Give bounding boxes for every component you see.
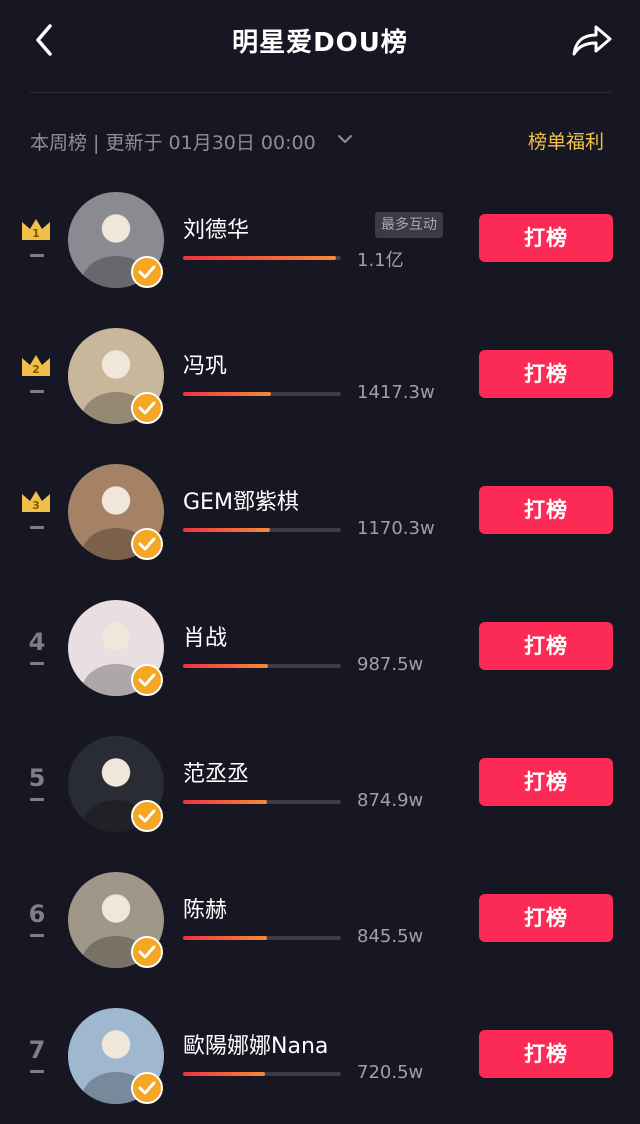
- progress-bar: [183, 392, 341, 396]
- verified-check-icon: [131, 528, 163, 560]
- header-divider: [30, 92, 612, 93]
- progress-fill: [183, 392, 271, 396]
- rank-change-indicator: [30, 390, 44, 393]
- top-bar: 明星爱DOU榜: [0, 0, 640, 90]
- rank-number: 7: [28, 1036, 46, 1064]
- progress-fill: [183, 800, 267, 804]
- rank-change-indicator: [30, 1070, 44, 1073]
- vote-button[interactable]: 打榜: [479, 1030, 613, 1078]
- verified-check-icon: [131, 800, 163, 832]
- rank-change-indicator: [30, 662, 44, 665]
- ranking-row[interactable]: 4 肖战 987.5w 打榜: [0, 580, 640, 716]
- progress-fill: [183, 664, 268, 668]
- crown-icon: 3: [22, 491, 50, 512]
- rank-number: 6: [28, 900, 46, 928]
- vote-button[interactable]: 打榜: [479, 894, 613, 942]
- progress-bar: [183, 936, 341, 940]
- popularity-value: 1417.3w: [357, 382, 435, 403]
- rank-number: 4: [28, 628, 46, 656]
- ranking-row[interactable]: 5 范丞丞 874.9w 打榜: [0, 716, 640, 852]
- celebrity-name[interactable]: 陈赫: [183, 892, 227, 924]
- popularity-value: 987.5w: [357, 654, 424, 675]
- popularity-value: 1.1亿: [357, 250, 404, 271]
- rank-number: 5: [28, 764, 46, 792]
- popularity-value: 720.5w: [357, 1062, 424, 1083]
- update-period-text[interactable]: 本周榜 | 更新于 01月30日 00:00: [30, 128, 316, 155]
- celebrity-name[interactable]: GEM鄧紫棋: [183, 484, 299, 516]
- progress-fill: [183, 936, 267, 940]
- crown-icon: 2: [22, 355, 50, 376]
- ranking-row[interactable]: 1 刘德华 最多互动 1.1亿 打榜: [0, 172, 640, 308]
- rank-number: 3: [32, 499, 40, 512]
- progress-fill: [183, 1072, 265, 1076]
- verified-check-icon: [131, 256, 163, 288]
- rank-change-indicator: [30, 254, 44, 257]
- ranking-row[interactable]: 2 冯巩 1417.3w 打榜: [0, 308, 640, 444]
- sub-bar: 本周榜 | 更新于 01月30日 00:00 榜单福利: [0, 120, 640, 160]
- chart-welfare-link[interactable]: 榜单福利: [528, 127, 604, 154]
- celebrity-name[interactable]: 刘德华: [183, 212, 249, 244]
- vote-button[interactable]: 打榜: [479, 214, 613, 262]
- vote-button[interactable]: 打榜: [479, 758, 613, 806]
- progress-bar: [183, 664, 341, 668]
- verified-check-icon: [131, 1072, 163, 1104]
- celebrity-name[interactable]: 冯巩: [183, 348, 227, 380]
- vote-button[interactable]: 打榜: [479, 350, 613, 398]
- verified-check-icon: [131, 664, 163, 696]
- progress-bar: [183, 256, 341, 260]
- progress-bar: [183, 800, 341, 804]
- share-arrow-icon[interactable]: [566, 18, 616, 62]
- progress-fill: [183, 256, 336, 260]
- popularity-value: 874.9w: [357, 790, 424, 811]
- progress-fill: [183, 528, 270, 532]
- celebrity-name[interactable]: 歐陽娜娜Nana: [183, 1028, 328, 1060]
- celebrity-name[interactable]: 范丞丞: [183, 756, 249, 788]
- progress-bar: [183, 1072, 341, 1076]
- popularity-value: 845.5w: [357, 926, 424, 947]
- rank-change-indicator: [30, 934, 44, 937]
- progress-bar: [183, 528, 341, 532]
- verified-check-icon: [131, 936, 163, 968]
- ranking-row[interactable]: 3 GEM鄧紫棋 1170.3w 打榜: [0, 444, 640, 580]
- rank-change-indicator: [30, 526, 44, 529]
- status-badge: 最多互动: [375, 212, 443, 238]
- page-title: 明星爱DOU榜: [232, 28, 408, 58]
- verified-check-icon: [131, 392, 163, 424]
- rank-number: 2: [32, 363, 40, 376]
- ranking-row[interactable]: 6 陈赫 845.5w 打榜: [0, 852, 640, 988]
- vote-button[interactable]: 打榜: [479, 622, 613, 670]
- chevron-down-icon[interactable]: [335, 129, 355, 149]
- celebrity-name[interactable]: 肖战: [183, 620, 227, 652]
- rank-change-indicator: [30, 798, 44, 801]
- popularity-value: 1170.3w: [357, 518, 435, 539]
- rank-number: 1: [32, 227, 40, 240]
- ranking-row[interactable]: 7 歐陽娜娜Nana 720.5w 打榜: [0, 988, 640, 1124]
- crown-icon: 1: [22, 219, 50, 240]
- vote-button[interactable]: 打榜: [479, 486, 613, 534]
